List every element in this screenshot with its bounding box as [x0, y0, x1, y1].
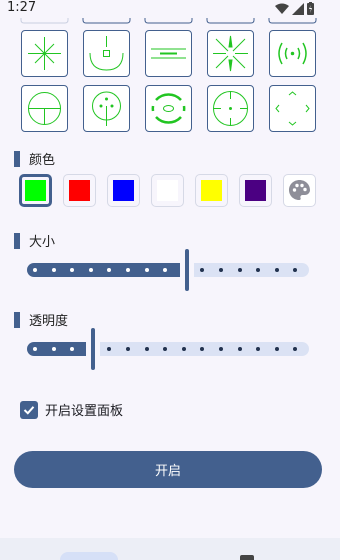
color-swatch-fill — [69, 180, 90, 201]
slider-tick — [33, 347, 37, 351]
slider-active-track — [27, 263, 180, 277]
wifi-icon — [275, 3, 289, 14]
crosshair-corner-arrows-button[interactable] — [269, 85, 316, 132]
opacity-section-header: 透明度 — [14, 310, 68, 329]
slider-inactive-track — [194, 263, 309, 277]
color-swatch-fill — [113, 180, 134, 201]
slider-tick — [33, 268, 37, 272]
color-section-title: 颜色 — [29, 153, 56, 168]
nav-item-home[interactable] — [60, 552, 118, 560]
settings-panel-toggle[interactable]: 开启设置面板 — [20, 400, 123, 419]
status-time: 1:27 — [7, 0, 37, 15]
battery-icon — [307, 2, 314, 15]
slider-tick — [144, 347, 149, 351]
crosshair-circle-split-button[interactable] — [21, 85, 68, 132]
crosshair-u-arc-button[interactable] — [83, 30, 130, 77]
slider-tick — [181, 347, 186, 351]
crosshair-ring-dashed-button[interactable] — [207, 85, 254, 132]
slider-tick — [237, 347, 242, 351]
palette-icon — [289, 180, 310, 200]
slider-tick — [51, 268, 56, 272]
slider-tick — [274, 347, 279, 351]
color-swatch-green[interactable] — [19, 174, 52, 207]
color-swatch-white[interactable] — [151, 174, 184, 207]
slider-tick — [274, 268, 279, 272]
color-swatch-fill — [201, 180, 222, 201]
opacity-slider[interactable] — [27, 328, 309, 370]
color-swatch-fill — [245, 180, 266, 201]
crosshair-circle-dotted-button[interactable] — [83, 85, 130, 132]
status-bar: 1:27 — [0, 0, 340, 18]
size-slider[interactable] — [27, 249, 309, 291]
slider-tick — [88, 268, 93, 272]
crosshair-ring-ellipse-icon — [151, 93, 186, 124]
crosshair-horizontal-lines-button[interactable] — [145, 30, 192, 77]
size-section-title: 大小 — [29, 235, 56, 250]
slider-tick — [237, 268, 242, 272]
section-marker — [14, 311, 20, 328]
nav-item-tools[interactable] — [240, 555, 254, 560]
color-section-header: 颜色 — [14, 149, 55, 168]
crosshair-u-arc-icon — [89, 36, 124, 71]
custom-color-button[interactable] — [283, 174, 316, 207]
color-swatch-fill — [25, 180, 46, 201]
settings-panel-label: 开启设置面板 — [45, 404, 124, 419]
crosshair-ring-ellipse-button[interactable] — [145, 85, 192, 132]
color-swatch-fill — [157, 180, 178, 201]
color-swatch-red[interactable] — [63, 174, 96, 207]
slider-tick — [126, 268, 130, 272]
color-swatch-blue[interactable] — [107, 174, 140, 207]
crosshair-star-button[interactable] — [21, 30, 68, 77]
section-marker — [14, 232, 20, 249]
scrolled-row-edge — [20, 18, 317, 24]
signal-icon — [292, 2, 304, 15]
opacity-section-title: 透明度 — [29, 314, 69, 329]
crosshair-converging-button[interactable] — [207, 30, 254, 77]
bottom-navigation — [0, 538, 340, 560]
crosshair-circle-split-icon — [28, 92, 61, 125]
crosshair-star-icon — [28, 37, 61, 70]
slider-thumb[interactable] — [91, 328, 95, 370]
color-swatch-yellow[interactable] — [195, 174, 228, 207]
check-icon — [23, 405, 35, 415]
crosshair-ring-dashed-icon — [213, 91, 248, 126]
status-icons — [275, 2, 314, 15]
size-section-header: 大小 — [14, 231, 55, 250]
start-button[interactable]: 开启 — [14, 451, 322, 488]
crosshair-converging-icon — [213, 35, 248, 72]
section-marker — [14, 150, 20, 167]
slider-tick — [219, 347, 223, 351]
crosshair-brackets-button[interactable] — [269, 30, 316, 77]
crosshair-corner-arrows-icon — [275, 91, 310, 126]
crosshair-brackets-icon — [278, 42, 307, 65]
slider-tick — [144, 268, 149, 272]
crosshair-horizontal-lines-icon — [151, 48, 186, 59]
slider-thumb[interactable] — [185, 249, 189, 291]
slider-tick — [51, 347, 56, 351]
crosshair-circle-dotted-icon — [92, 91, 121, 126]
slider-tick — [126, 347, 130, 351]
color-swatch-indigo[interactable] — [239, 174, 272, 207]
slider-tick — [219, 268, 223, 272]
settings-panel-checkbox[interactable] — [20, 400, 38, 419]
